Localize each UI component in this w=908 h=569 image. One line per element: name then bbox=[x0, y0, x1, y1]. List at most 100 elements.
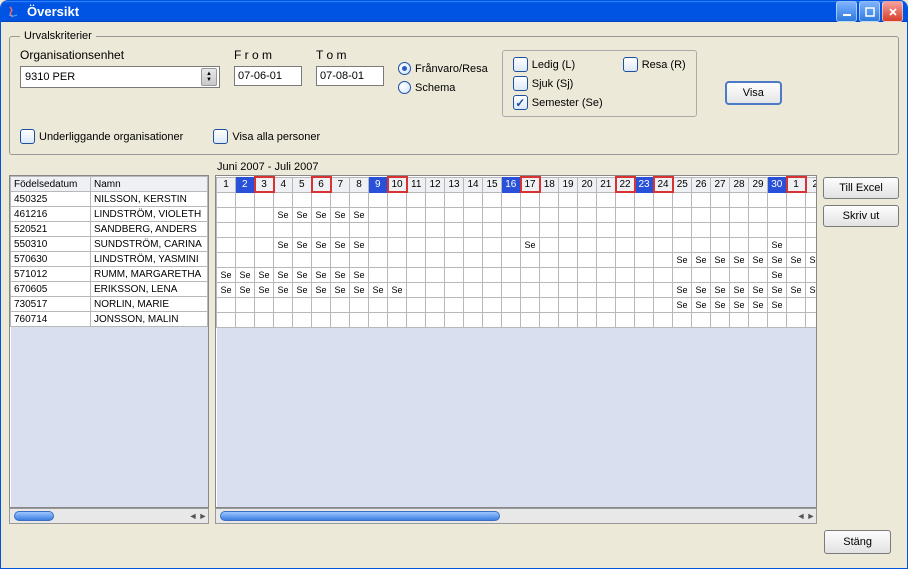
day-header[interactable]: 1 bbox=[787, 177, 806, 192]
grid-cell[interactable] bbox=[464, 312, 483, 327]
grid-cell[interactable] bbox=[426, 192, 445, 207]
grid-cell[interactable] bbox=[559, 282, 578, 297]
day-header[interactable]: 4 bbox=[274, 177, 293, 192]
grid-cell[interactable] bbox=[654, 222, 673, 237]
table-row[interactable]: 760714JONSSON, MALIN bbox=[11, 312, 208, 327]
grid-cell[interactable] bbox=[730, 207, 749, 222]
grid-cell[interactable]: Se bbox=[236, 282, 255, 297]
grid-cell[interactable] bbox=[559, 222, 578, 237]
table-row[interactable]: 670605ERIKSSON, LENA bbox=[11, 282, 208, 297]
grid-cell[interactable] bbox=[407, 297, 426, 312]
maximize-button[interactable] bbox=[859, 1, 880, 22]
grid-cell[interactable] bbox=[540, 282, 559, 297]
grid-cell[interactable] bbox=[312, 312, 331, 327]
grid-cell[interactable] bbox=[616, 192, 635, 207]
grid-cell[interactable]: Se bbox=[293, 282, 312, 297]
table-row[interactable]: 450325NILSSON, KERSTIN bbox=[11, 192, 208, 207]
grid-cell[interactable] bbox=[616, 312, 635, 327]
grid-cell[interactable] bbox=[540, 312, 559, 327]
grid-cell[interactable] bbox=[768, 312, 787, 327]
grid-cell[interactable] bbox=[635, 267, 654, 282]
scroll-thumb[interactable] bbox=[14, 511, 54, 521]
grid-cell[interactable] bbox=[445, 222, 464, 237]
grid-cell[interactable] bbox=[293, 222, 312, 237]
grid-cell[interactable] bbox=[369, 297, 388, 312]
grid-cell[interactable] bbox=[369, 267, 388, 282]
grid-cell[interactable]: Se bbox=[692, 282, 711, 297]
scroll-left-icon[interactable]: ◄ bbox=[188, 511, 198, 521]
check-visa-alla[interactable]: Visa alla personer bbox=[213, 129, 320, 144]
grid-cell[interactable] bbox=[711, 222, 730, 237]
close-button[interactable] bbox=[882, 1, 903, 22]
grid-cell[interactable] bbox=[635, 312, 654, 327]
grid-cell[interactable] bbox=[559, 192, 578, 207]
grid-cell[interactable] bbox=[597, 252, 616, 267]
grid-cell[interactable]: Se bbox=[369, 282, 388, 297]
grid-cell[interactable] bbox=[217, 237, 236, 252]
grid-cell[interactable] bbox=[597, 207, 616, 222]
grid-cell[interactable] bbox=[407, 252, 426, 267]
grid-cell[interactable] bbox=[597, 282, 616, 297]
stang-button[interactable]: Stäng bbox=[824, 530, 891, 554]
day-header[interactable]: 26 bbox=[692, 177, 711, 192]
grid-cell[interactable] bbox=[806, 297, 818, 312]
grid-cell[interactable] bbox=[217, 252, 236, 267]
grid-cell[interactable]: Se bbox=[768, 282, 787, 297]
grid-cell[interactable] bbox=[635, 252, 654, 267]
grid-cell[interactable] bbox=[312, 252, 331, 267]
grid-cell[interactable] bbox=[502, 192, 521, 207]
print-button[interactable]: Skriv ut bbox=[823, 205, 899, 227]
grid-cell[interactable] bbox=[350, 252, 369, 267]
grid-cell[interactable] bbox=[502, 267, 521, 282]
grid-cell[interactable] bbox=[407, 312, 426, 327]
day-header[interactable]: 6 bbox=[312, 177, 331, 192]
grid-cell[interactable] bbox=[654, 267, 673, 282]
grid-cell[interactable] bbox=[502, 282, 521, 297]
grid-cell[interactable] bbox=[236, 297, 255, 312]
grid-cell[interactable] bbox=[578, 237, 597, 252]
grid-cell[interactable] bbox=[806, 207, 818, 222]
grid-cell[interactable] bbox=[787, 222, 806, 237]
grid-cell[interactable] bbox=[388, 297, 407, 312]
grid-cell[interactable] bbox=[616, 237, 635, 252]
grid-cell[interactable] bbox=[521, 192, 540, 207]
grid-cell[interactable]: Se bbox=[312, 267, 331, 282]
grid-cell[interactable] bbox=[540, 222, 559, 237]
grid-cell[interactable] bbox=[559, 267, 578, 282]
day-header[interactable]: 13 bbox=[445, 177, 464, 192]
grid-cell[interactable]: Se bbox=[806, 282, 818, 297]
grid-cell[interactable] bbox=[578, 312, 597, 327]
grid-cell[interactable] bbox=[540, 267, 559, 282]
grid-cell[interactable] bbox=[749, 222, 768, 237]
grid-cell[interactable] bbox=[255, 252, 274, 267]
grid-cell[interactable] bbox=[502, 312, 521, 327]
grid-cell[interactable] bbox=[730, 192, 749, 207]
grid-cell[interactable] bbox=[369, 252, 388, 267]
grid-cell[interactable] bbox=[464, 282, 483, 297]
grid-cell[interactable]: Se bbox=[255, 267, 274, 282]
grid-cell[interactable] bbox=[673, 222, 692, 237]
grid-cell[interactable] bbox=[293, 312, 312, 327]
grid-cell[interactable] bbox=[673, 267, 692, 282]
grid-cell[interactable]: Se bbox=[730, 282, 749, 297]
table-row[interactable]: 571012RUMM, MARGARETHA bbox=[11, 267, 208, 282]
grid-cell[interactable] bbox=[426, 282, 445, 297]
grid-cell[interactable] bbox=[578, 192, 597, 207]
check-resa[interactable]: Resa (R) bbox=[623, 57, 686, 72]
table-row[interactable]: 550310SUNDSTRÖM, CARINA bbox=[11, 237, 208, 252]
grid-cell[interactable]: Se bbox=[768, 252, 787, 267]
grid-cell[interactable]: Se bbox=[787, 282, 806, 297]
grid-cell[interactable] bbox=[578, 297, 597, 312]
grid-cell[interactable]: Se bbox=[749, 282, 768, 297]
grid-cell[interactable] bbox=[616, 267, 635, 282]
grid-cell[interactable] bbox=[350, 312, 369, 327]
grid-cell[interactable] bbox=[312, 192, 331, 207]
grid-cell[interactable] bbox=[407, 282, 426, 297]
day-header[interactable]: 7 bbox=[331, 177, 350, 192]
grid-cell[interactable] bbox=[445, 207, 464, 222]
day-header[interactable]: 30 bbox=[768, 177, 787, 192]
grid-cell[interactable] bbox=[635, 282, 654, 297]
day-header[interactable]: 25 bbox=[673, 177, 692, 192]
grid-cell[interactable] bbox=[521, 282, 540, 297]
grid-cell[interactable]: Se bbox=[331, 237, 350, 252]
